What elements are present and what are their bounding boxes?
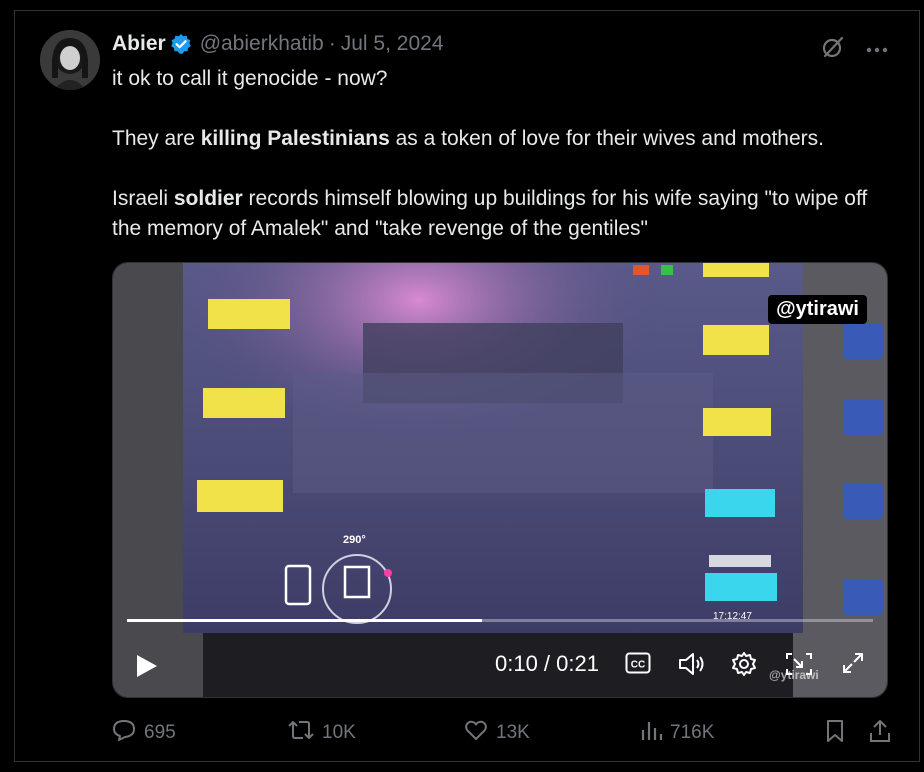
like-count: 13K xyxy=(496,722,530,743)
video-controls: 0:10 / 0:21 CC xyxy=(113,643,887,687)
video-time: 0:10 / 0:21 xyxy=(495,651,599,676)
author-handle[interactable]: @abierkhatib xyxy=(200,32,324,56)
volume-icon[interactable] xyxy=(677,651,707,682)
avatar[interactable] xyxy=(40,30,100,90)
views-icon xyxy=(640,718,663,748)
svg-text:CC: CC xyxy=(631,660,645,671)
bold-phrase-soldier: soldier xyxy=(173,187,243,210)
reply-button[interactable]: 695 xyxy=(112,718,176,748)
bold-phrase-killing: killing Palestinians xyxy=(200,127,390,150)
heading-label: 290° xyxy=(343,534,366,546)
more-icon[interactable] xyxy=(866,41,888,59)
repost-count: 10K xyxy=(322,722,356,743)
play-icon[interactable] xyxy=(135,653,159,684)
views-count: 716K xyxy=(670,722,715,743)
progress-fill xyxy=(127,619,483,622)
like-icon xyxy=(464,718,488,748)
tweet-header: Abier @abierkhatib · Jul 5, 2024 xyxy=(112,31,444,57)
pip-icon[interactable] xyxy=(785,651,813,682)
separator-dot: · xyxy=(328,32,336,55)
reply-icon xyxy=(112,718,136,748)
share-icon[interactable] xyxy=(868,718,892,750)
like-button[interactable]: 13K xyxy=(464,718,530,748)
tweet-line-2: They are killing Palestinians as a token… xyxy=(112,127,824,150)
verified-badge-icon xyxy=(170,33,192,55)
settings-icon[interactable] xyxy=(731,651,757,682)
grok-icon[interactable] xyxy=(820,34,846,65)
tweet-line-3: Israeli soldier records himself blowing … xyxy=(112,187,868,240)
author-name[interactable]: Abier xyxy=(112,32,166,56)
repost-icon xyxy=(288,718,314,748)
fullscreen-icon[interactable] xyxy=(841,651,865,680)
bookmark-icon[interactable] xyxy=(824,718,846,750)
views-button[interactable]: 716K xyxy=(640,718,714,748)
reply-count: 695 xyxy=(144,722,176,743)
action-bar: 695 10K 13K 716K xyxy=(112,718,892,748)
top-actions xyxy=(820,34,888,65)
video-watermark: @ytirawi xyxy=(768,295,867,324)
captions-icon[interactable]: CC xyxy=(625,651,651,680)
tweet-line-1: it ok to call it genocide - now? xyxy=(112,67,388,90)
repost-button[interactable]: 10K xyxy=(288,718,356,748)
progress-bar[interactable] xyxy=(127,619,873,622)
bookmark-share-group xyxy=(824,718,892,750)
video-player[interactable]: 290° 17:12:47 @ytirawi @ytirawi 0:10 / 0… xyxy=(112,262,888,698)
post-date[interactable]: Jul 5, 2024 xyxy=(341,32,444,56)
tweet-text: it ok to call it genocide - now? They ar… xyxy=(112,64,902,244)
video-frame: 290° 17:12:47 @ytirawi xyxy=(113,263,887,697)
